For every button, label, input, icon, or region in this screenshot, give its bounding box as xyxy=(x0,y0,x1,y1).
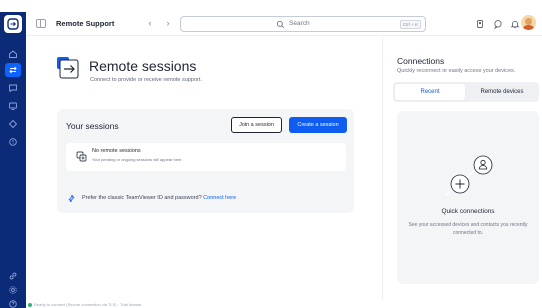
quick-connections-card: Quick connections See your accessed devi… xyxy=(397,111,539,284)
side-rail xyxy=(0,12,26,308)
tab-remote-devices[interactable]: Remote devices xyxy=(467,84,537,100)
page-title: Remote sessions xyxy=(89,58,197,74)
settings-icon[interactable] xyxy=(5,283,21,297)
connect-here-link[interactable]: Connect here xyxy=(203,195,236,201)
connections-title: Connections xyxy=(397,56,445,66)
join-session-button[interactable]: Join a session xyxy=(231,117,282,133)
status-bar-text: Ready to connect (Secure connection via … xyxy=(34,302,142,307)
search-input[interactable]: Search Ctrl + K xyxy=(180,16,426,32)
avatar[interactable] xyxy=(521,15,536,30)
create-session-button[interactable]: Create a session xyxy=(289,117,347,133)
quick-connections-illustration xyxy=(444,150,498,197)
notification-bell-icon[interactable] xyxy=(509,18,520,29)
link-icon[interactable] xyxy=(5,269,21,283)
page-subtitle: Connect to provide or receive remote sup… xyxy=(90,77,202,83)
quick-connections-subtitle: See your accessed devices and contacts y… xyxy=(408,222,528,236)
devices-icon[interactable] xyxy=(5,99,21,113)
panel-toggle-icon[interactable] xyxy=(36,19,46,28)
classic-connect-text: Prefer the classic TeamViewer ID and pas… xyxy=(82,195,236,201)
help-icon[interactable] xyxy=(5,297,21,308)
connections-tabs: Recent Remote devices xyxy=(393,82,539,102)
alert-icon[interactable] xyxy=(5,135,21,149)
classic-connect-question: Prefer the classic TeamViewer ID and pas… xyxy=(82,195,202,201)
teamviewer-logo-icon[interactable] xyxy=(4,15,22,33)
switch-arrows-icon xyxy=(68,195,75,202)
search-shortcut-badge: Ctrl + K xyxy=(399,20,421,29)
connections-subtitle: Quickly reconnect or easily access your … xyxy=(397,68,516,74)
remote-support-icon[interactable] xyxy=(5,63,21,77)
remote-sessions-icon xyxy=(57,57,79,79)
sessions-empty-icon xyxy=(76,151,87,162)
chat-icon[interactable] xyxy=(5,81,21,95)
sessions-title: Your sessions xyxy=(66,121,119,131)
empty-sessions-box: No remote sessions Your pending or ongoi… xyxy=(66,143,346,171)
tag-icon[interactable] xyxy=(5,117,21,131)
forward-icon[interactable]: › xyxy=(162,17,174,29)
app-title: Remote Support xyxy=(56,19,115,28)
back-icon[interactable]: ‹ xyxy=(144,17,156,29)
device-icon[interactable] xyxy=(474,18,485,29)
empty-sessions-subtitle: Your pending or ongoing sessions will ap… xyxy=(92,157,183,162)
classic-connect-bar: Prefer the classic TeamViewer ID and pas… xyxy=(57,188,354,209)
status-dot xyxy=(28,303,32,307)
chat-bubble-icon[interactable] xyxy=(492,18,503,29)
top-bar: Remote Support ‹ › Search Ctrl + K xyxy=(26,12,542,36)
tab-recent[interactable]: Recent xyxy=(395,84,465,100)
quick-connections-title: Quick connections xyxy=(441,208,495,215)
search-icon xyxy=(276,20,285,29)
empty-sessions-title: No remote sessions xyxy=(92,148,141,154)
search-placeholder: Search xyxy=(289,20,310,27)
home-icon[interactable] xyxy=(5,47,21,61)
connections-panel: Connections Quickly reconnect or easily … xyxy=(382,37,542,300)
main-content: Remote sessions Connect to provide or re… xyxy=(26,37,382,300)
app-window: Remote Support ‹ › Search Ctrl + K Remot… xyxy=(0,0,542,308)
